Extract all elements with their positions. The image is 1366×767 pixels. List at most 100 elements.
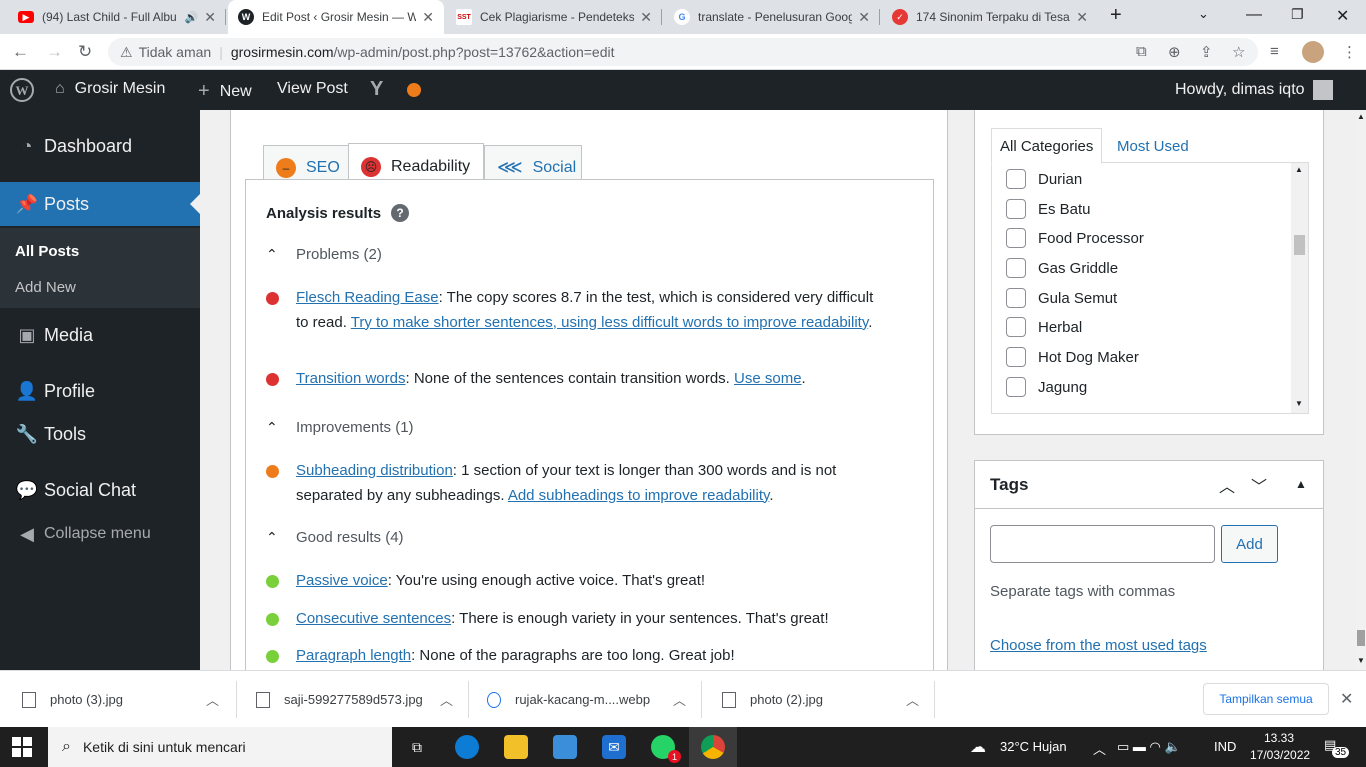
reload-icon[interactable]: ↻: [78, 42, 92, 62]
sidebar-item-social-chat[interactable]: 💬 Social Chat: [0, 468, 200, 512]
new-content-link[interactable]: + New: [198, 80, 252, 103]
category-item[interactable]: Herbal: [1006, 317, 1082, 337]
browser-tab-edit-post[interactable]: W Edit Post ‹ Grosir Mesin — W ✕: [228, 0, 444, 34]
transition-link[interactable]: Transition words: [296, 370, 405, 387]
store-icon[interactable]: [553, 735, 577, 759]
whatsapp-icon[interactable]: 1: [651, 735, 681, 763]
problems-toggle[interactable]: ⌃ Problems (2): [266, 246, 382, 263]
new-tab-button[interactable]: +: [1110, 4, 1122, 27]
close-tab-icon[interactable]: ✕: [1076, 9, 1088, 26]
collapse-menu-button[interactable]: ◀ Collapse menu: [0, 512, 200, 556]
close-tab-icon[interactable]: ✕: [204, 9, 216, 26]
category-checkbox[interactable]: [1006, 347, 1026, 367]
bookmark-star-icon[interactable]: ☆: [1232, 43, 1245, 61]
tray-icons[interactable]: ▭ ▬ ◠ 🔈: [1117, 739, 1181, 755]
tray-chevron-icon[interactable]: ︿: [1093, 739, 1106, 758]
category-checkbox[interactable]: [1006, 258, 1026, 278]
zoom-icon[interactable]: ⊕: [1168, 43, 1181, 61]
sidebar-item-dashboard[interactable]: ◔ Dashboard: [0, 124, 200, 168]
scroll-up-icon[interactable]: ▲: [1357, 112, 1365, 121]
clock-date[interactable]: 17/03/2022: [1250, 748, 1310, 762]
scroll-down-icon[interactable]: ▼: [1295, 399, 1303, 408]
move-up-icon[interactable]: ︿: [1219, 473, 1235, 497]
subheading-link[interactable]: Subheading distribution: [296, 462, 453, 479]
add-tag-button[interactable]: Add: [1221, 525, 1278, 563]
forward-icon[interactable]: →: [46, 42, 63, 62]
download-item[interactable]: photo (3).jpg ︿: [22, 671, 237, 728]
chevron-up-icon[interactable]: ︿: [206, 690, 219, 709]
use-some-link[interactable]: Use some: [734, 370, 802, 387]
language-indicator[interactable]: IND: [1214, 739, 1236, 754]
flesch-advice-link[interactable]: Try to make shorter sentences, using les…: [351, 314, 868, 331]
page-scrollbar[interactable]: ▲ ▼: [1356, 110, 1366, 670]
category-item[interactable]: Durian: [1006, 169, 1082, 189]
consecutive-link[interactable]: Consecutive sentences: [296, 610, 451, 627]
add-subheadings-link[interactable]: Add subheadings to improve readability: [508, 487, 770, 504]
speaker-icon[interactable]: 🔊: [185, 11, 199, 24]
category-checkbox[interactable]: [1006, 288, 1026, 308]
weather-text[interactable]: 32°C Hujan: [1000, 739, 1067, 754]
window-close-icon[interactable]: ✕: [1336, 6, 1349, 26]
chrome-taskbar-button[interactable]: [689, 727, 737, 767]
help-icon[interactable]: ?: [391, 204, 410, 222]
browser-tab-plagiarism[interactable]: SST Cek Plagiarisme - Pendeteksi ✕: [446, 0, 662, 34]
category-item[interactable]: Gula Semut: [1006, 288, 1117, 308]
windows-start-icon[interactable]: [12, 737, 32, 760]
close-tab-icon[interactable]: ✕: [858, 9, 870, 26]
browser-tab-youtube[interactable]: ▶ (94) Last Child - Full Albu 🔊 ✕: [8, 0, 226, 34]
my-account-link[interactable]: Howdy, dimas iqto: [1175, 80, 1333, 100]
download-item[interactable]: rujak-kacang-m....webp ︿: [487, 671, 702, 728]
reading-list-icon[interactable]: ≡: [1270, 43, 1279, 60]
category-checkbox[interactable]: [1006, 317, 1026, 337]
choose-most-used-tags-link[interactable]: Choose from the most used tags: [990, 637, 1207, 654]
minimize-icon[interactable]: —: [1246, 6, 1262, 24]
scroll-down-icon[interactable]: ▼: [1357, 656, 1365, 665]
chevron-up-icon[interactable]: ︿: [673, 690, 686, 709]
sidebar-item-profile[interactable]: 👤 Profile: [0, 369, 200, 413]
category-checkbox[interactable]: [1006, 228, 1026, 248]
wordpress-logo-icon[interactable]: W: [10, 78, 34, 102]
sidebar-item-media[interactable]: ▣ Media: [0, 313, 200, 357]
category-checkbox[interactable]: [1006, 169, 1026, 189]
close-download-bar-icon[interactable]: ✕: [1340, 689, 1353, 709]
tag-input[interactable]: [990, 525, 1215, 563]
category-item[interactable]: Gas Griddle: [1006, 258, 1118, 278]
mail-icon[interactable]: ✉: [602, 735, 626, 759]
browser-tab-google[interactable]: G translate - Penelusuran Goog ✕: [664, 0, 880, 34]
file-explorer-icon[interactable]: [504, 735, 528, 759]
close-tab-icon[interactable]: ✕: [640, 9, 652, 26]
chevron-up-icon[interactable]: ︿: [906, 690, 919, 709]
good-results-toggle[interactable]: ⌃ Good results (4): [266, 529, 404, 546]
browser-tab-thesaurus[interactable]: ✓ 174 Sinonim Terpaku di Tesa ✕: [882, 0, 1098, 34]
site-name-link[interactable]: ⌂ Grosir Mesin: [55, 80, 165, 98]
download-item[interactable]: photo (2).jpg ︿: [722, 671, 935, 728]
tab-search-icon[interactable]: ⌄: [1198, 6, 1209, 22]
translate-icon[interactable]: ⧉: [1136, 43, 1147, 60]
improvements-toggle[interactable]: ⌃ Improvements (1): [266, 419, 414, 436]
submenu-all-posts[interactable]: All Posts: [15, 243, 79, 260]
submenu-add-new[interactable]: Add New: [15, 279, 76, 296]
yoast-icon[interactable]: Y: [370, 78, 383, 101]
weather-icon[interactable]: ☁: [970, 737, 986, 757]
category-item[interactable]: Jagung: [1006, 377, 1087, 397]
task-view-icon[interactable]: ⧉: [405, 735, 429, 759]
back-icon[interactable]: ←: [12, 42, 29, 62]
chevron-up-icon[interactable]: ︿: [440, 690, 453, 709]
sidebar-item-posts[interactable]: 📌 Posts: [0, 182, 200, 226]
category-item[interactable]: Es Batu: [1006, 199, 1091, 219]
sidebar-item-tools[interactable]: 🔧 Tools: [0, 412, 200, 456]
move-down-icon[interactable]: ﹀: [1251, 473, 1267, 497]
category-checkbox[interactable]: [1006, 377, 1026, 397]
collapse-toggle-icon[interactable]: ▲: [1295, 477, 1307, 491]
scroll-thumb[interactable]: [1294, 235, 1305, 255]
paragraph-link[interactable]: Paragraph length: [296, 647, 411, 664]
category-scrollbar[interactable]: ▲ ▼: [1291, 163, 1308, 413]
profile-avatar-icon[interactable]: [1302, 41, 1324, 63]
category-item[interactable]: Hot Dog Maker: [1006, 347, 1139, 367]
tab-most-used[interactable]: Most Used: [1109, 128, 1197, 164]
category-checkbox[interactable]: [1006, 199, 1026, 219]
category-item[interactable]: Food Processor: [1006, 228, 1144, 248]
download-item[interactable]: saji-599277589d573.jpg ︿: [256, 671, 469, 728]
scroll-thumb[interactable]: [1357, 630, 1365, 646]
edge-icon[interactable]: [455, 735, 479, 759]
